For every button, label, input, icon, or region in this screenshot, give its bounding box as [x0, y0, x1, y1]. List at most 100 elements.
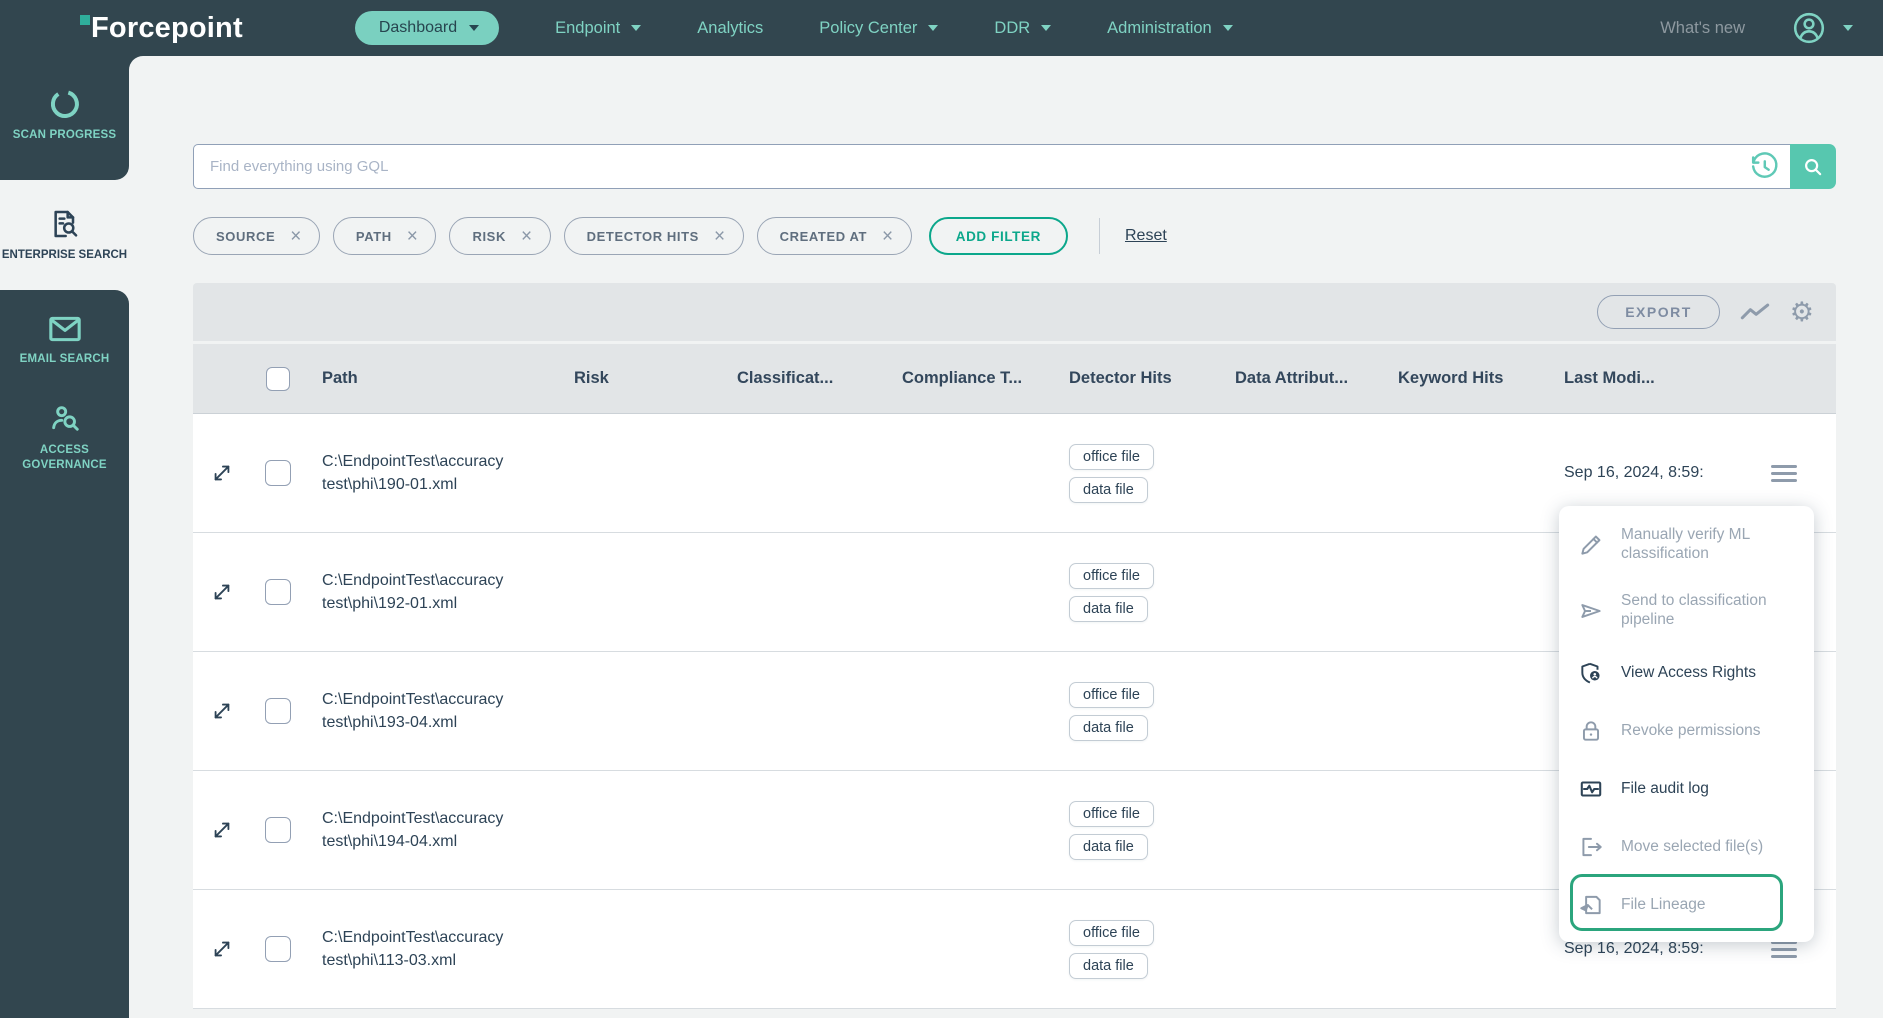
divider	[1098, 218, 1100, 254]
select-all-checkbox[interactable]	[265, 366, 290, 391]
menu-item-label: Move selected file(s)	[1621, 837, 1764, 855]
sidebar-item-email-search[interactable]: EMAIL SEARCH	[9, 314, 121, 367]
whats-new-link[interactable]: What's new	[1660, 19, 1745, 38]
search-history-icon[interactable]	[1748, 151, 1779, 182]
remove-filter-icon[interactable]: ×	[521, 227, 533, 246]
menu-item-revoke-permissions[interactable]: Revoke permissions	[1559, 702, 1814, 760]
filter-chip-label: DETECTOR HITS	[586, 228, 699, 244]
tag-data-file: data file	[1069, 476, 1148, 503]
menu-item-label: Revoke permissions	[1621, 721, 1761, 739]
nav-item-dashboard[interactable]: Dashboard	[354, 11, 500, 45]
filter-chip-path[interactable]: PATH ×	[332, 217, 437, 255]
top-nav: Forcepoint Dashboard Endpoint Analytics …	[0, 0, 1883, 56]
forcepoint-logo: Forcepoint	[80, 12, 243, 45]
search-icon	[1805, 158, 1822, 175]
nav-item-label: Policy Center	[819, 18, 918, 37]
row-checkbox[interactable]	[264, 817, 291, 843]
row-checkbox[interactable]	[264, 460, 291, 486]
menu-item-send-to-pipeline[interactable]: Send to classification pipeline	[1559, 578, 1814, 644]
tag-data-file: data file	[1069, 714, 1148, 741]
nav-item-label: Dashboard	[378, 19, 458, 36]
nav-item-label: Endpoint	[555, 18, 621, 37]
sidebar-item-label: EMAIL SEARCH	[19, 353, 110, 365]
brand-text: Forcepoint	[91, 11, 243, 44]
column-header-classification[interactable]: Classificat...	[728, 369, 893, 388]
menu-item-label: File audit log	[1621, 779, 1709, 797]
remove-filter-icon[interactable]: ×	[714, 227, 726, 246]
expand-row-icon[interactable]	[211, 581, 233, 603]
menu-item-file-lineage[interactable]: File Lineage	[1559, 876, 1814, 934]
menu-item-manually-verify-ml[interactable]: Manually verify ML classification	[1559, 512, 1814, 578]
menu-item-label: File Lineage	[1621, 895, 1706, 913]
detector-hit-tags: office file data file	[1060, 919, 1226, 979]
menu-item-label: View Access Rights	[1621, 663, 1756, 681]
expand-row-icon[interactable]	[211, 938, 233, 960]
chevron-down-icon	[928, 25, 939, 31]
filter-chip-risk[interactable]: RISK ×	[449, 217, 551, 255]
row-menu-button[interactable]	[1755, 464, 1836, 482]
nav-links: Endpoint Analytics Policy Center DDR Adm…	[555, 19, 1233, 38]
trend-chart-icon[interactable]	[1740, 301, 1770, 323]
file-path: C:\EndpointTest\accuracy test\phi\190-01…	[322, 452, 504, 493]
filter-chip-created-at[interactable]: CREATED AT ×	[756, 217, 912, 255]
last-modified-date: Sep 16, 2024, 8:59:	[1564, 464, 1704, 481]
row-menu-button[interactable]	[1755, 940, 1836, 958]
filter-chip-label: SOURCE	[216, 228, 276, 244]
nav-item-label: Analytics	[697, 18, 764, 37]
filter-chip-label: PATH	[355, 228, 392, 244]
nav-item-endpoint[interactable]: Endpoint	[555, 18, 642, 38]
menu-item-view-access-rights[interactable]: View Access Rights	[1559, 644, 1814, 702]
sidebar-item-label: ACCESS GOVERNANCE	[22, 443, 107, 471]
user-menu[interactable]	[1791, 10, 1853, 46]
hamburger-icon	[1771, 464, 1797, 482]
sidebar-item-enterprise-search[interactable]: ENTERPRISE SEARCH	[0, 180, 129, 290]
detector-hit-tags: office file data file	[1060, 562, 1226, 622]
column-header-data-attributes[interactable]: Data Attribut...	[1226, 369, 1389, 388]
column-header-path[interactable]: Path	[305, 369, 565, 388]
expand-row-icon[interactable]	[211, 700, 233, 722]
tag-office-file: office file	[1069, 681, 1154, 708]
column-header-detector-hits[interactable]: Detector Hits	[1060, 369, 1226, 388]
nav-item-ddr[interactable]: DDR	[994, 18, 1052, 38]
row-checkbox[interactable]	[264, 579, 291, 605]
search-button[interactable]	[1790, 144, 1836, 189]
lock-icon	[1578, 718, 1604, 744]
nav-right: What's new	[1660, 10, 1853, 46]
nav-item-analytics[interactable]: Analytics	[697, 19, 763, 38]
nav-item-administration[interactable]: Administration	[1107, 19, 1233, 38]
nav-item-policy-center[interactable]: Policy Center	[819, 18, 939, 38]
gear-icon[interactable]: ⚙	[1790, 298, 1814, 326]
hamburger-icon	[1771, 940, 1797, 958]
access-governance-icon	[51, 406, 79, 431]
remove-filter-icon[interactable]: ×	[407, 227, 419, 246]
sidebar-item-access-governance[interactable]: ACCESS GOVERNANCE	[9, 403, 121, 473]
nav-item-label: Administration	[1107, 18, 1212, 37]
reset-filters-link[interactable]: Reset	[1125, 227, 1167, 245]
filter-chip-detector-hits[interactable]: DETECTOR HITS ×	[563, 217, 744, 255]
column-header-compliance[interactable]: Compliance T...	[893, 369, 1060, 388]
row-checkbox[interactable]	[264, 698, 291, 724]
chevron-down-icon	[1041, 25, 1052, 31]
column-header-keyword-hits[interactable]: Keyword Hits	[1389, 369, 1555, 388]
sidebar-item-scan-progress[interactable]: SCAN PROGRESS	[9, 88, 121, 143]
nav-item-label: DDR	[994, 18, 1031, 37]
add-filter-button[interactable]: ADD FILTER	[928, 217, 1068, 255]
menu-item-move-selected-files[interactable]: Move selected file(s)	[1559, 818, 1814, 876]
chevron-down-icon	[1222, 25, 1233, 31]
filter-chip-label: RISK	[472, 228, 506, 244]
remove-filter-icon[interactable]: ×	[290, 227, 302, 246]
table-toolbar: EXPORT ⚙	[193, 283, 1836, 341]
remove-filter-icon[interactable]: ×	[882, 227, 894, 246]
row-checkbox[interactable]	[264, 936, 291, 962]
sidebar-item-label: ENTERPRISE SEARCH	[1, 248, 128, 261]
column-header-last-modified[interactable]: Last Modi...	[1555, 369, 1755, 388]
filter-chip-source[interactable]: SOURCE ×	[193, 217, 320, 255]
last-modified-date: Sep 16, 2024, 8:59:	[1564, 940, 1704, 957]
search-input[interactable]	[193, 144, 1790, 189]
expand-row-icon[interactable]	[211, 462, 233, 484]
column-header-risk[interactable]: Risk	[565, 369, 728, 388]
expand-row-icon[interactable]	[211, 819, 233, 841]
chevron-down-icon	[469, 25, 480, 31]
export-button[interactable]: EXPORT	[1597, 295, 1720, 329]
menu-item-file-audit-log[interactable]: File audit log	[1559, 760, 1814, 818]
